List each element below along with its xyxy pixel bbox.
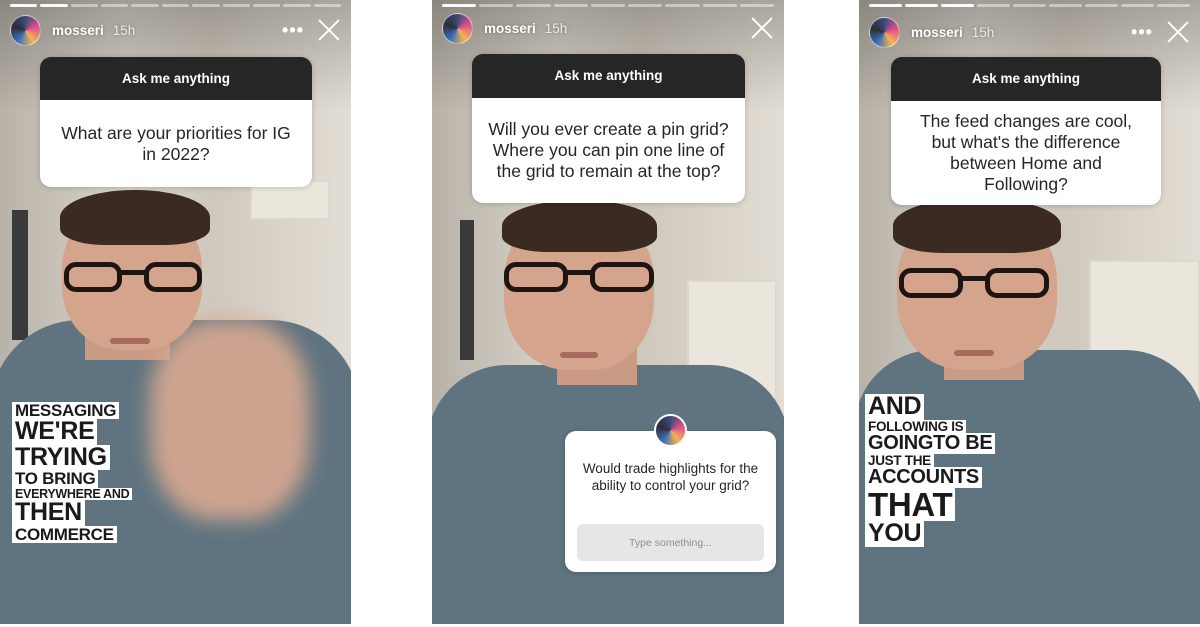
progress-segment bbox=[702, 4, 737, 7]
caption-line: YOU bbox=[865, 521, 925, 547]
blurred-hand bbox=[150, 320, 310, 520]
progress-segment bbox=[1121, 4, 1154, 7]
progress-segment bbox=[252, 4, 281, 7]
caption-overlay: MESSAGING WE'RE TRYING TO BRING EVERYWHE… bbox=[12, 402, 133, 543]
question-text: The feed changes are cool, but what's th… bbox=[891, 101, 1161, 205]
reply-question-text: Would trade highlights for the ability t… bbox=[582, 461, 759, 493]
username[interactable]: mosseri bbox=[52, 23, 104, 38]
question-sticker: Ask me anything What are your priorities… bbox=[40, 57, 312, 187]
post-time: 15h bbox=[112, 22, 136, 38]
person-hair bbox=[60, 190, 210, 245]
progress-segment bbox=[161, 4, 190, 7]
person-glasses bbox=[504, 262, 654, 292]
background-door bbox=[12, 210, 28, 340]
progress-segment bbox=[905, 4, 938, 7]
more-dots-icon[interactable]: ••• bbox=[279, 20, 307, 41]
progress-segment bbox=[590, 4, 626, 7]
person-mouth bbox=[110, 338, 150, 344]
caption-line: TO BRING bbox=[12, 470, 99, 488]
progress-segment bbox=[222, 4, 250, 7]
user-avatar[interactable] bbox=[10, 14, 41, 46]
story-panel-3[interactable]: mosseri 15h ••• Ask me anything The feed… bbox=[859, 0, 1200, 624]
progress-segment bbox=[283, 4, 311, 7]
progress-segment bbox=[10, 4, 38, 7]
person-hair bbox=[502, 200, 657, 252]
caption-line: FOLLOWING IS bbox=[865, 419, 967, 434]
close-x-icon[interactable] bbox=[317, 18, 341, 42]
progress-segment bbox=[101, 4, 129, 7]
progress-segment bbox=[131, 4, 159, 7]
caption-line: JUST THE bbox=[865, 453, 934, 468]
progress-segment bbox=[479, 4, 514, 7]
user-avatar[interactable] bbox=[442, 12, 473, 44]
progress-segment bbox=[192, 4, 220, 7]
progress-segment bbox=[313, 4, 341, 7]
progress-segment bbox=[941, 4, 974, 7]
progress-segment bbox=[869, 4, 902, 7]
username[interactable]: mosseri bbox=[911, 25, 963, 40]
caption-line: THEN bbox=[12, 500, 85, 526]
progress-segment bbox=[1157, 4, 1190, 7]
progress-segment bbox=[1013, 4, 1046, 7]
question-sticker-header: Ask me anything bbox=[472, 54, 745, 98]
caption-line: TRYING bbox=[12, 444, 110, 471]
progress-segment bbox=[40, 4, 68, 7]
caption-line: GOINGTO BE bbox=[865, 433, 996, 454]
story-header: mosseri 15h ••• bbox=[869, 16, 1190, 48]
progress-segment bbox=[553, 4, 588, 7]
story-progress-bar bbox=[869, 4, 1190, 7]
more-dots-icon[interactable]: ••• bbox=[1128, 22, 1156, 43]
close-x-icon[interactable] bbox=[1166, 20, 1190, 44]
question-sticker-header: Ask me anything bbox=[40, 57, 312, 100]
post-time: 15h bbox=[971, 24, 995, 40]
reply-input[interactable]: Type something... bbox=[577, 524, 764, 561]
progress-segment bbox=[442, 4, 477, 7]
progress-segment bbox=[739, 4, 774, 7]
caption-line: ACCOUNTS bbox=[865, 467, 982, 488]
progress-segment bbox=[516, 4, 551, 7]
question-text: Will you ever create a pin grid? Where y… bbox=[472, 98, 745, 203]
progress-segment bbox=[628, 4, 663, 7]
person-glasses bbox=[64, 262, 202, 292]
post-time: 15h bbox=[544, 20, 568, 36]
question-reply-sticker: Would trade highlights for the ability t… bbox=[565, 431, 776, 572]
close-x-icon[interactable] bbox=[750, 16, 774, 40]
sticker-avatar bbox=[654, 414, 687, 447]
username[interactable]: mosseri bbox=[484, 21, 536, 36]
question-sticker-header: Ask me anything bbox=[891, 57, 1161, 101]
progress-segment bbox=[1085, 4, 1118, 7]
question-sticker: Ask me anything Will you ever create a p… bbox=[472, 54, 745, 203]
caption-line: THAT bbox=[865, 488, 956, 522]
caption-overlay: AND FOLLOWING IS GOINGTO BE JUST THE ACC… bbox=[865, 393, 996, 547]
person-mouth bbox=[560, 352, 598, 358]
story-header: mosseri 15h ••• bbox=[10, 14, 341, 46]
question-sticker: Ask me anything The feed changes are coo… bbox=[891, 57, 1161, 205]
progress-segment bbox=[977, 4, 1010, 7]
person-glasses bbox=[899, 268, 1049, 298]
story-panel-1[interactable]: mosseri 15h ••• Ask me anything What are… bbox=[0, 0, 351, 624]
progress-segment bbox=[665, 4, 700, 7]
caption-line: COMMERCE bbox=[12, 526, 117, 543]
story-progress-bar bbox=[442, 4, 774, 7]
story-header: mosseri 15h bbox=[442, 12, 774, 44]
progress-segment bbox=[70, 4, 99, 7]
person-hair bbox=[893, 198, 1061, 253]
caption-line: WE'RE bbox=[12, 419, 98, 445]
background-door bbox=[460, 220, 474, 360]
question-text: What are your priorities for IG in 2022? bbox=[40, 100, 312, 187]
caption-line: AND bbox=[865, 393, 925, 420]
person-mouth bbox=[954, 350, 994, 356]
story-progress-bar bbox=[10, 4, 341, 7]
progress-segment bbox=[1049, 4, 1082, 7]
user-avatar[interactable] bbox=[869, 16, 900, 48]
